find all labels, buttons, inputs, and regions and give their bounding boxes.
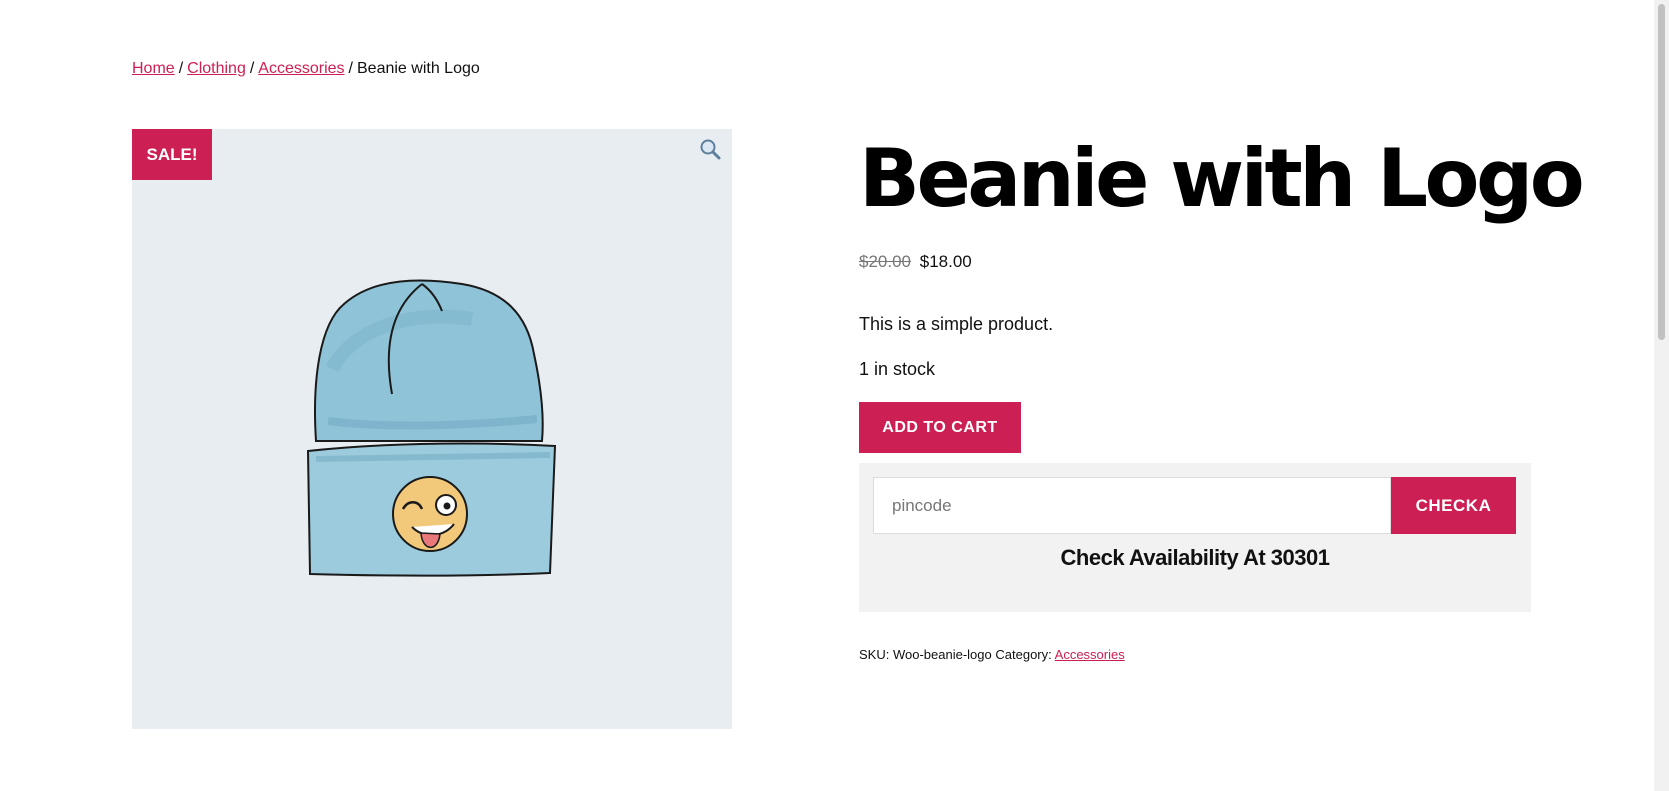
- product-page: Home / Clothing / Accessories / Beanie with Lo…: [0, 0, 1669, 791]
- product-price: $20.00 $18.00: [859, 252, 972, 272]
- product-meta: SKU: Woo-beanie-logo Category: Accessori…: [859, 647, 1125, 662]
- breadcrumb-separator: /: [249, 60, 255, 77]
- sale-price: $18.00: [919, 252, 972, 271]
- breadcrumb-current: Beanie with Logo: [357, 60, 480, 77]
- page-scrollbar[interactable]: [1654, 0, 1669, 791]
- breadcrumb-link-home[interactable]: Home: [132, 60, 175, 77]
- regular-price: $20.00: [859, 252, 911, 271]
- breadcrumb-link-accessories[interactable]: Accessories: [258, 60, 344, 77]
- sale-badge: SALE!: [132, 129, 212, 180]
- sku-value: Woo-beanie-logo: [892, 647, 992, 662]
- pincode-checker: CHECKA Check Availability At 30301: [859, 463, 1531, 612]
- product-summary: Beanie with Logo $20.00 $18.00 This is a…: [859, 129, 1585, 662]
- sku-label: SKU:: [859, 647, 890, 662]
- product-title: Beanie with Logo: [859, 132, 1585, 225]
- magnifier-icon[interactable]: [698, 137, 722, 161]
- category-link-accessories[interactable]: Accessories: [1055, 647, 1125, 662]
- scrollbar-thumb[interactable]: [1658, 4, 1665, 340]
- stock-status: 1 in stock: [859, 359, 936, 379]
- breadcrumb-separator: /: [178, 60, 184, 77]
- product-short-description: This is a simple product.: [859, 314, 1054, 334]
- category-label: Category:: [995, 647, 1052, 662]
- breadcrumb-link-clothing[interactable]: Clothing: [187, 60, 246, 77]
- breadcrumb-separator: /: [348, 60, 353, 77]
- availability-message: Check Availability At 30301: [1060, 545, 1330, 570]
- product-image-gallery[interactable]: SALE!: [132, 129, 732, 729]
- add-to-cart-button[interactable]: ADD TO CART: [859, 402, 1021, 453]
- pincode-input[interactable]: [873, 477, 1391, 534]
- check-pincode-button[interactable]: CHECKA: [1391, 477, 1516, 534]
- product-image[interactable]: [132, 129, 732, 729]
- breadcrumb: Home / Clothing / Accessories / Beanie with Lo…: [132, 59, 480, 79]
